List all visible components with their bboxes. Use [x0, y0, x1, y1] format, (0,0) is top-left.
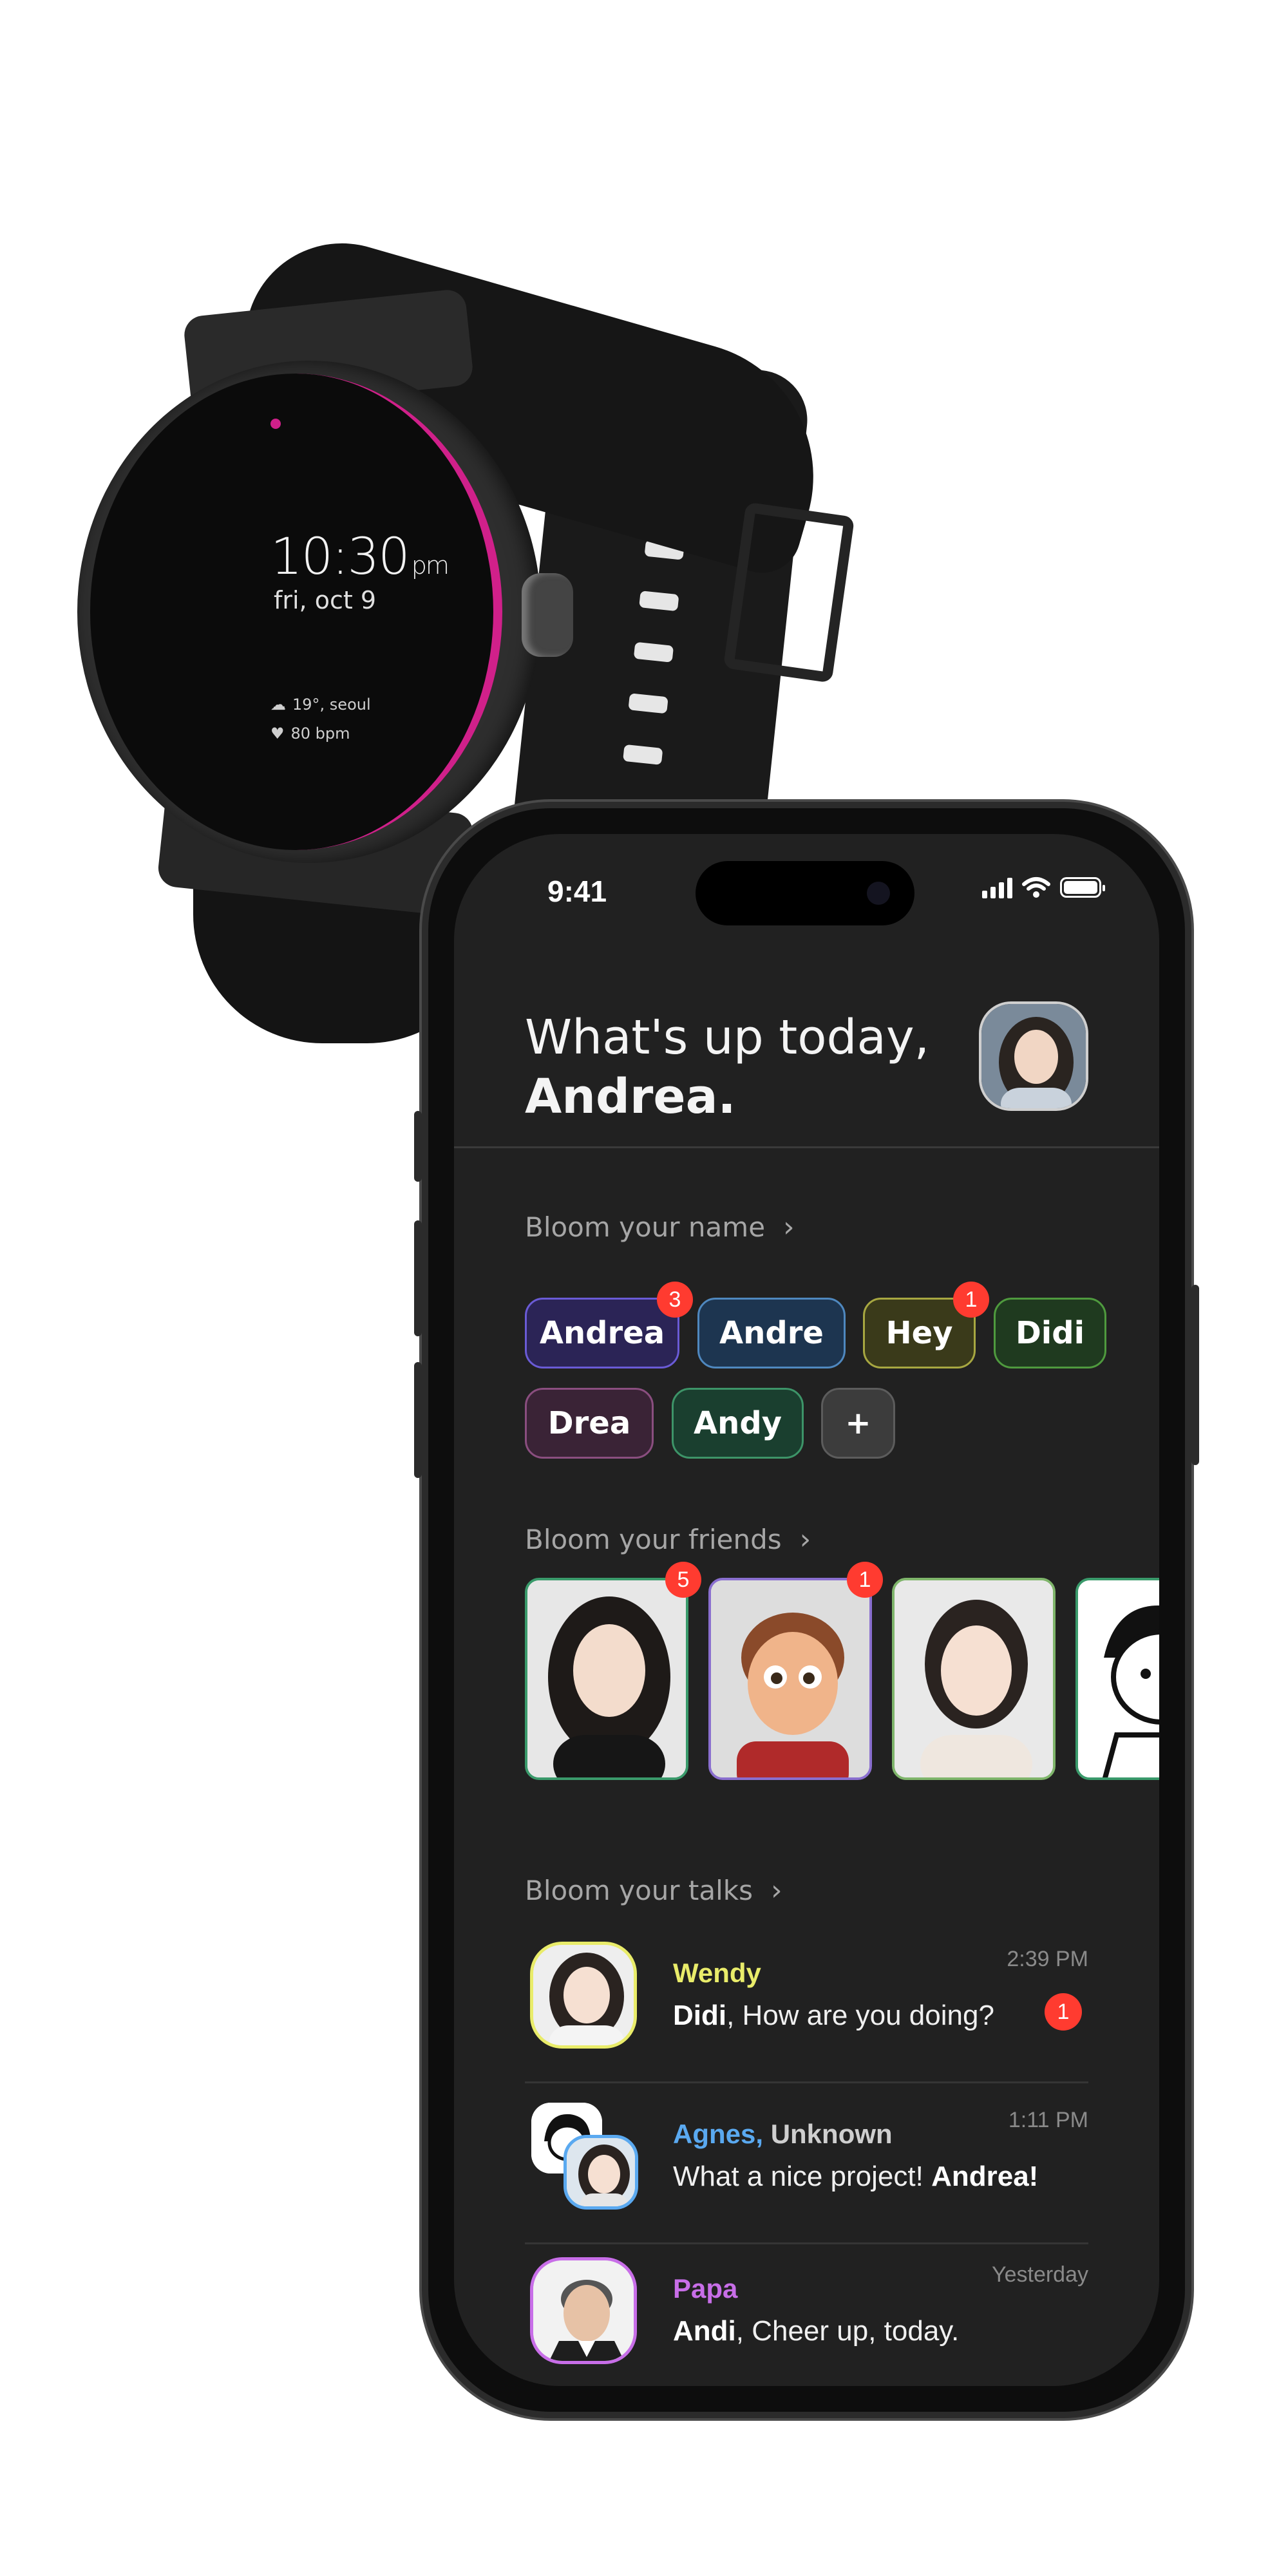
watch-crown	[522, 573, 573, 657]
name-chip-andre[interactable]: Andre	[697, 1298, 846, 1368]
conversation-row[interactable]: Papa Andi, Cheer up, today. Yesterday	[525, 2244, 1088, 2386]
friends-section-header[interactable]: Bloom your friends ›	[525, 1523, 811, 1556]
names-section-header[interactable]: Bloom your name ›	[525, 1211, 795, 1244]
status-bar: 9:41	[454, 834, 1159, 937]
watch-buckle	[723, 502, 855, 683]
phone: 9:41 What's up today, Andrea. Bloom your…	[414, 802, 1199, 2418]
friend-card[interactable]	[525, 1578, 688, 1780]
contact-avatar	[564, 2135, 638, 2210]
contact-name: Wendy	[673, 1958, 761, 1988]
message-preview: Andi, Cheer up, today.	[673, 2315, 960, 2347]
conversation-row[interactable]: Wendy Didi, How are you doing? 2:39 PM 1	[525, 1929, 1088, 2083]
notification-badge: 3	[657, 1282, 693, 1318]
greeting-text: What's up today,	[525, 1010, 930, 1065]
chevron-right-icon: ›	[771, 1874, 782, 1907]
message-time: Yesterday	[992, 2262, 1088, 2287]
contact-avatar	[530, 1942, 637, 2049]
watch-weather: ☁ 19°, seoul	[270, 696, 371, 714]
watch-heart-rate: ♥ 80 bpm	[270, 724, 350, 743]
friend-card[interactable]	[1075, 1578, 1159, 1780]
name-chip-drea[interactable]: Drea	[525, 1388, 654, 1459]
friend-card[interactable]	[708, 1578, 872, 1780]
battery-icon	[1060, 877, 1105, 898]
header-divider	[454, 1146, 1159, 1148]
cloud-icon: ☁	[270, 696, 286, 714]
heart-icon: ♥	[270, 724, 285, 743]
watch-date: fri, oct 9	[274, 586, 377, 614]
chevron-right-icon: ›	[783, 1211, 795, 1244]
talks-section-header[interactable]: Bloom your talks ›	[525, 1874, 782, 1907]
contact-name: Agnes, Unknown	[673, 2119, 893, 2149]
message-time: 2:39 PM	[1007, 1947, 1088, 1971]
message-preview: Didi, How are you doing?	[673, 2000, 994, 2031]
watch-indicator-dot	[270, 419, 281, 429]
section-title: Bloom your name	[525, 1211, 766, 1243]
profile-avatar[interactable]	[979, 1001, 1088, 1111]
cellular-signal-icon	[982, 876, 1012, 898]
status-time: 9:41	[547, 875, 607, 908]
chevron-right-icon: ›	[799, 1523, 811, 1556]
name-chip-andy[interactable]: Andy	[672, 1388, 804, 1459]
app-screen: 9:41 What's up today, Andrea. Bloom your…	[454, 834, 1159, 2386]
watch-time: 10:30 pm	[270, 528, 450, 586]
name-chip-andrea[interactable]: Andrea	[525, 1298, 679, 1368]
message-time: 1:11 PM	[1008, 2108, 1088, 2132]
section-title: Bloom your friends	[525, 1524, 782, 1555]
friend-card[interactable]	[892, 1578, 1056, 1780]
contact-name: Papa	[673, 2273, 738, 2304]
wifi-icon	[1022, 877, 1050, 898]
unread-badge: 1	[1045, 1993, 1082, 2031]
greeting: What's up today, Andrea.	[525, 1008, 929, 1126]
row-divider	[525, 2081, 1088, 2083]
add-name-button[interactable]: +	[821, 1388, 895, 1459]
name-chip-didi[interactable]: Didi	[994, 1298, 1106, 1368]
notification-badge: 1	[953, 1282, 989, 1318]
user-name: Andrea.	[525, 1069, 736, 1124]
notification-badge: 5	[665, 1562, 701, 1598]
section-title: Bloom your talks	[525, 1875, 753, 1906]
contact-avatar	[530, 2257, 637, 2364]
message-preview: What a nice project! Andrea!	[673, 2161, 1039, 2192]
notification-badge: 1	[847, 1562, 883, 1598]
conversation-row[interactable]: Agnes, Unknown What a nice project! Andr…	[525, 2090, 1088, 2244]
dynamic-island	[696, 861, 914, 925]
